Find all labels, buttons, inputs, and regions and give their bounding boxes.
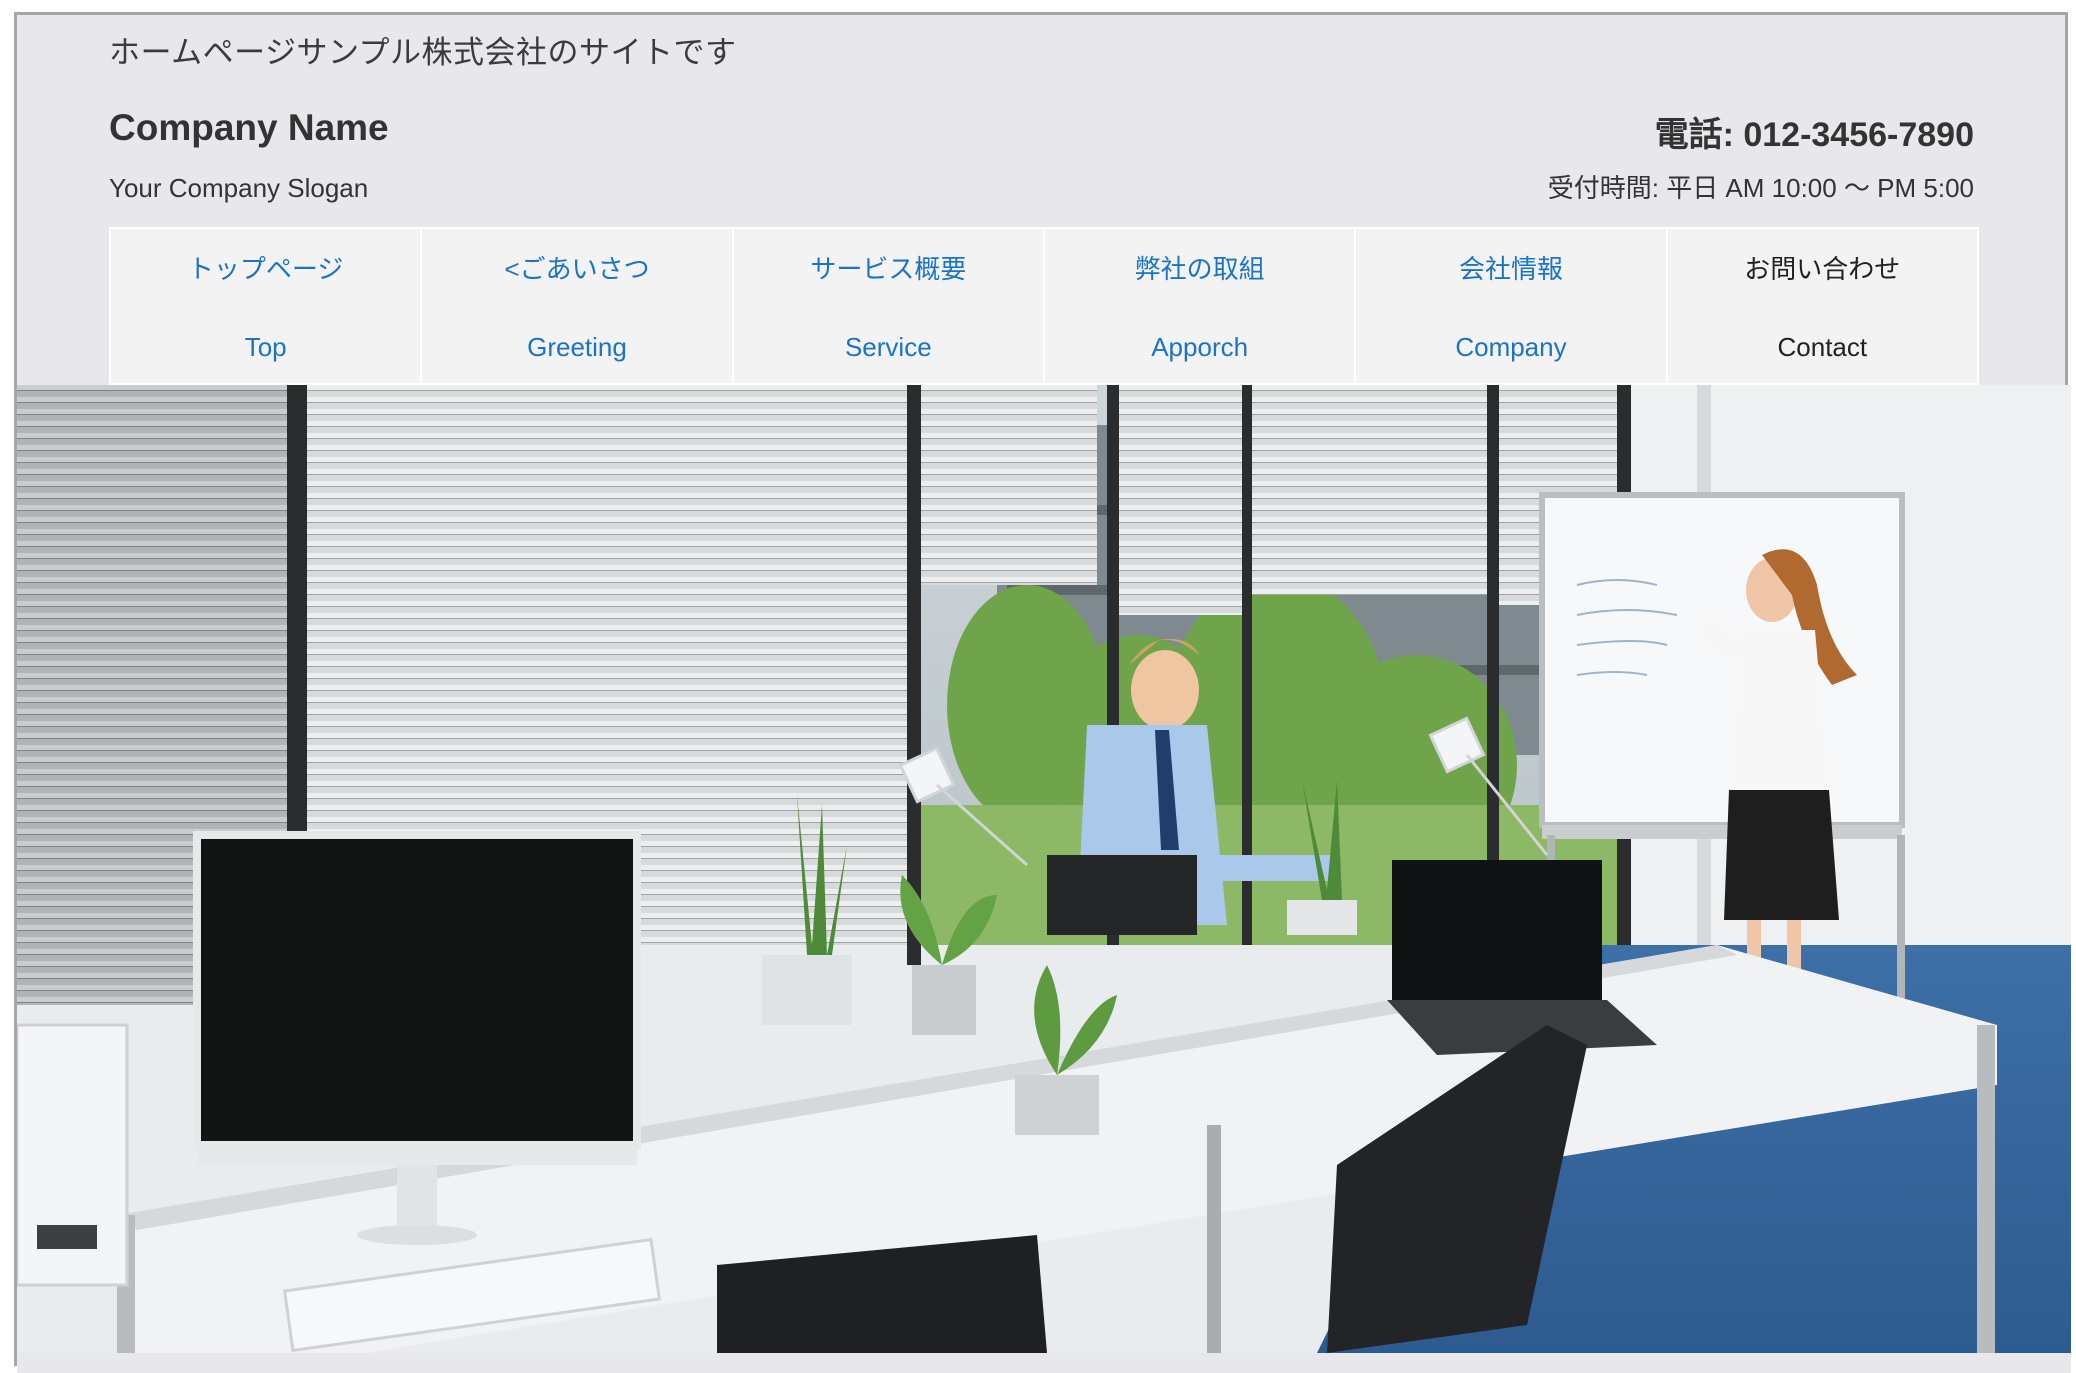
nav-item-label-en: Apporch	[1151, 332, 1249, 362]
nav-item-label-en: Greeting	[527, 332, 627, 362]
nav-item-label-jp: トップページ	[187, 254, 344, 284]
nav-item-label-en: Company	[1455, 332, 1567, 362]
phone-number: 電話: 012-3456-7890	[1654, 116, 1974, 154]
nav-item-contact[interactable]: お問い合わせ Contact	[1665, 227, 1979, 385]
page-frame: ホームページサンプル株式会社のサイトです Company Name Your C…	[14, 12, 2071, 1373]
nav-item-label-en: Top	[244, 332, 287, 362]
company-name[interactable]: Company Name	[109, 107, 389, 149]
nav-item-company[interactable]: 会社情報 Company	[1354, 227, 1666, 385]
nav-item-approach[interactable]: 弊社の取組 Apporch	[1042, 227, 1355, 385]
footer-band	[17, 1353, 2071, 1373]
nav-item-label-jp: サービス概要	[810, 254, 967, 284]
hero-image	[17, 385, 2071, 1353]
company-slogan: Your Company Slogan	[109, 173, 369, 203]
site-tagline: ホームページサンプル株式会社のサイトです	[109, 35, 737, 70]
nav-item-label-jp: お問い合わせ	[1744, 254, 1901, 284]
nav-item-greeting[interactable]: <ごあいさつ Greeting	[420, 227, 732, 385]
nav-item-label-jp: 弊社の取組	[1134, 254, 1265, 284]
nav-item-label-jp: <ごあいさつ	[504, 254, 650, 284]
nav-item-label-en: Service	[844, 332, 932, 362]
business-hours: 受付時間: 平日 AM 10:00 〜 PM 5:00	[1547, 173, 1974, 203]
nav-item-label-en: Contact	[1777, 332, 1868, 362]
nav-item-label-jp: 会社情報	[1458, 254, 1563, 284]
nav-item-top[interactable]: トップページ Top	[109, 227, 421, 385]
main-navigation: トップページ Top <ごあいさつ Greeting サービス概要 Servic…	[109, 227, 1979, 385]
office-photo-illustration	[17, 385, 2071, 1353]
nav-item-service[interactable]: サービス概要 Service	[731, 227, 1043, 385]
